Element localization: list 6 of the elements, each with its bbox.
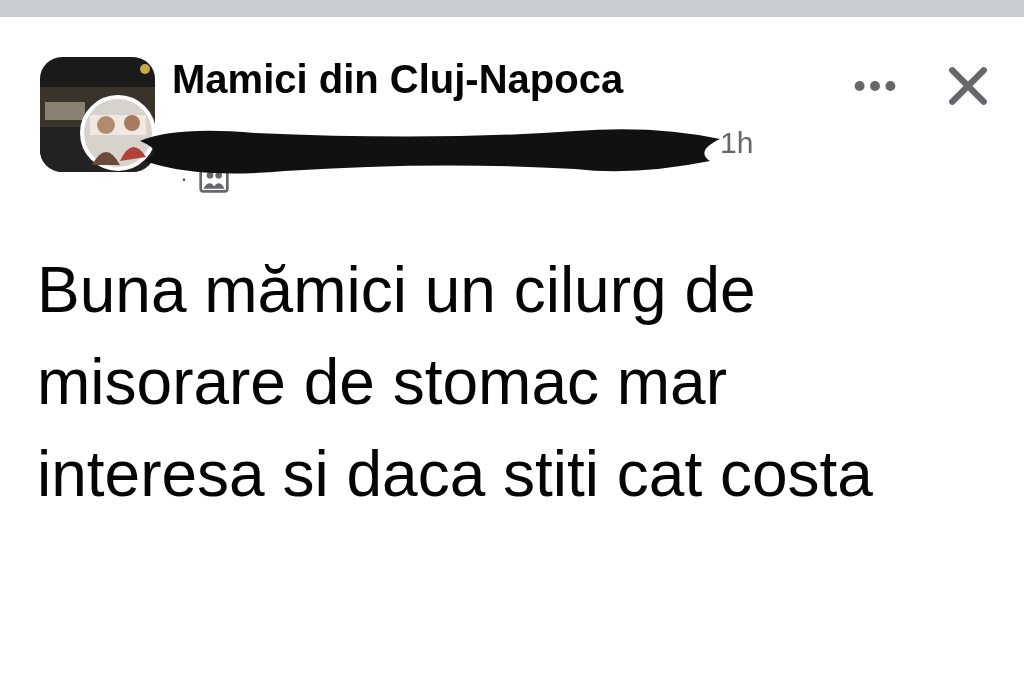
close-button[interactable]	[947, 65, 989, 107]
post-time: 1h	[720, 126, 754, 160]
separator-dot: ·	[180, 164, 188, 192]
post-text: Buna mămici un cilurg de misorare de stomac mar interesa si daca stiti cat costa	[37, 253, 874, 512]
group-name[interactable]: Mamici din Cluj-Napoca	[172, 57, 754, 102]
more-button[interactable]	[853, 80, 897, 92]
